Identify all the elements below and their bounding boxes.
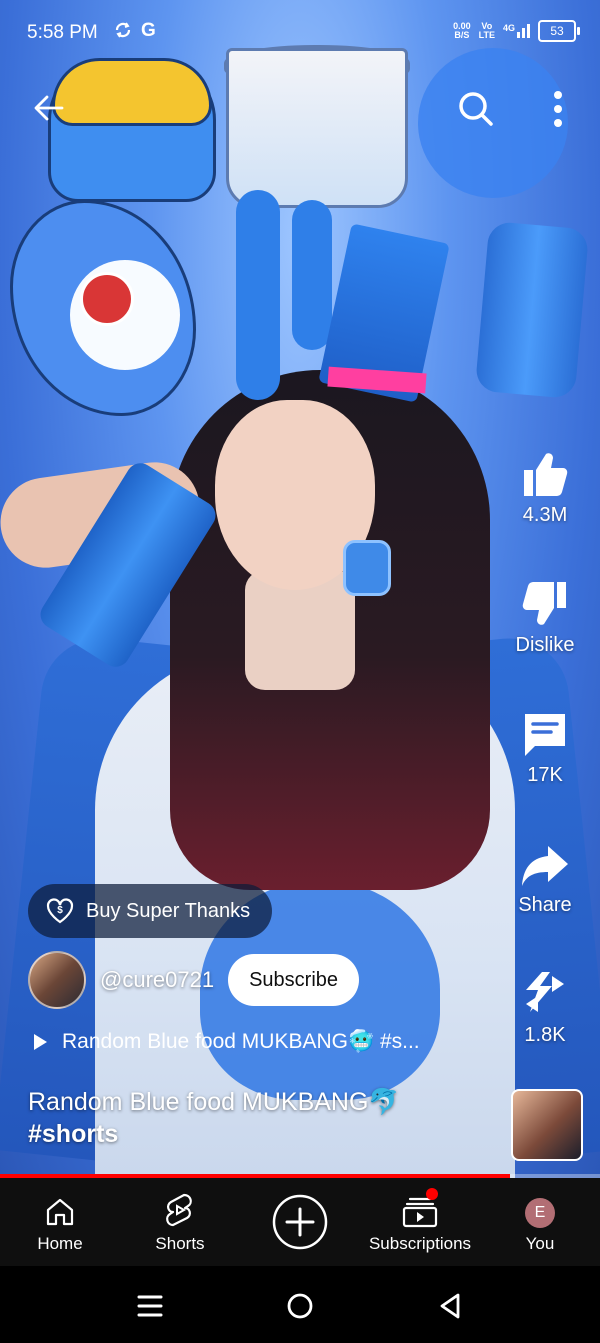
comment-count: 17K <box>527 764 563 786</box>
super-thanks-button[interactable]: $ Buy Super Thanks <box>28 884 273 938</box>
back-button[interactable] <box>26 85 72 131</box>
subscribe-button[interactable]: Subscribe <box>228 954 360 1006</box>
create-plus-icon <box>272 1194 328 1250</box>
comments-button[interactable]: 17K <box>500 700 590 787</box>
search-icon <box>459 92 493 126</box>
lte-label: LTE <box>478 30 495 40</box>
battery-icon: 53 <box>538 20 580 42</box>
bottom-navigation: Home Shorts Subscriptions E You <box>0 1178 600 1266</box>
shorts-hashtag[interactable]: #shorts <box>28 1118 468 1150</box>
dislike-label: Dislike <box>515 634 575 656</box>
video-title-text: Random Blue food MUKBANG🐬 <box>28 1088 400 1116</box>
share-icon <box>522 846 568 886</box>
svg-text:$: $ <box>57 905 63 916</box>
remix-icon <box>526 972 564 1012</box>
thumbs-down-icon <box>522 582 566 625</box>
play-icon <box>34 1034 47 1050</box>
nav-subscriptions[interactable]: Subscriptions <box>360 1178 480 1266</box>
signal-icon: 4G <box>503 24 530 38</box>
nav-create[interactable] <box>240 1178 360 1266</box>
super-thanks-heart-icon: $ <box>46 898 74 924</box>
search-button[interactable] <box>452 85 500 133</box>
sound-thumbnail[interactable] <box>511 1089 583 1161</box>
rock-candy-sticker <box>236 190 280 400</box>
share-label: Share <box>518 894 572 916</box>
more-options-button[interactable] <box>540 85 576 133</box>
playlist-title: Random Blue food MUKBANG🥶 #s... <box>62 1030 420 1053</box>
signal-type: 4G <box>502 23 515 33</box>
dislike-button[interactable]: Dislike <box>500 570 590 657</box>
back-system-button[interactable] <box>430 1286 470 1326</box>
status-system-icons: 0.00 B/S Vo LTE 4G 53 <box>453 20 580 42</box>
recents-button[interactable] <box>130 1286 170 1326</box>
home-icon <box>46 1198 74 1226</box>
nav-subscriptions-label: Subscriptions <box>368 1234 472 1253</box>
more-vertical-icon <box>554 91 562 127</box>
google-icon: G <box>141 20 156 41</box>
network-speed-unit: B/S <box>454 30 470 40</box>
blue-earring <box>343 540 391 596</box>
home-system-button[interactable] <box>280 1286 320 1326</box>
remix-button[interactable]: 1.8K <box>500 960 590 1047</box>
notification-dot <box>426 1188 438 1200</box>
channel-handle[interactable]: @cure0721 <box>100 967 214 993</box>
comment-icon <box>525 714 565 756</box>
share-button[interactable]: Share <box>500 830 590 917</box>
arrow-left-icon <box>34 95 64 121</box>
super-thanks-label: Buy Super Thanks <box>86 899 251 922</box>
circle-home-icon <box>287 1293 313 1319</box>
nav-home-label: Home <box>37 1234 83 1253</box>
triangle-back-icon <box>440 1293 460 1319</box>
menu-icon <box>137 1295 163 1317</box>
like-count: 4.3M <box>522 504 568 526</box>
channel-avatar[interactable] <box>28 951 86 1009</box>
system-navigation-bar <box>0 1266 600 1343</box>
account-avatar: E <box>525 1198 555 1228</box>
channel-row: @cure0721 Subscribe <box>28 951 360 1009</box>
shark-mouth <box>80 272 134 326</box>
noodle-cup-sticker <box>226 48 408 208</box>
prime-can-sticker <box>474 220 590 400</box>
subscriptions-icon <box>402 1197 438 1228</box>
nav-home[interactable]: Home <box>0 1178 120 1266</box>
nav-you[interactable]: E You <box>480 1178 600 1266</box>
nav-you-label: You <box>525 1234 555 1253</box>
video-title[interactable]: Random Blue food MUKBANG🐬 #shorts <box>28 1086 468 1150</box>
status-bar: 5:58 PM G 0.00 B/S Vo LTE 4G 53 <box>0 0 600 68</box>
thumbs-up-icon <box>524 453 568 496</box>
shorts-screen: { "status_bar": { "time": "5:58 PM", "ic… <box>0 0 600 1343</box>
playlist-link[interactable]: Random Blue food MUKBANG🥶 #s... <box>32 1024 482 1060</box>
pudding-topping <box>52 58 212 126</box>
shorts-icon <box>166 1193 192 1227</box>
volte-indicator: Vo LTE <box>479 22 495 40</box>
status-notification-icons: G <box>113 20 156 46</box>
like-button[interactable]: 4.3M <box>500 440 590 527</box>
sync-icon <box>113 20 133 46</box>
status-time: 5:58 PM <box>27 22 98 43</box>
remix-count: 1.8K <box>524 1024 566 1046</box>
rock-candy-sticker-2 <box>292 200 332 350</box>
nav-shorts[interactable]: Shorts <box>120 1178 240 1266</box>
nav-shorts-label: Shorts <box>155 1234 205 1253</box>
network-speed: 0.00 B/S <box>453 22 471 40</box>
